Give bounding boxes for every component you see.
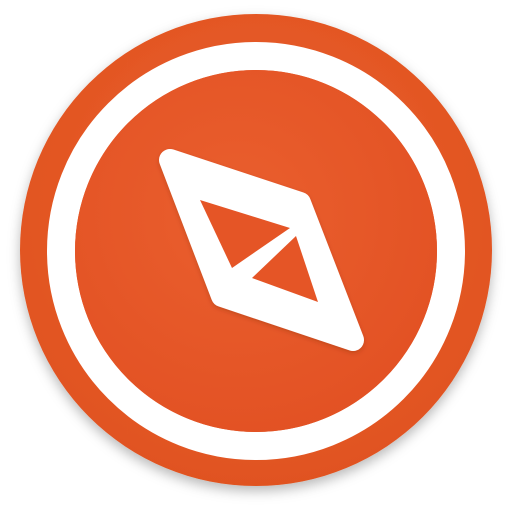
compass-app-icon[interactable] (0, 0, 512, 512)
compass-icon-graphic (20, 14, 492, 486)
